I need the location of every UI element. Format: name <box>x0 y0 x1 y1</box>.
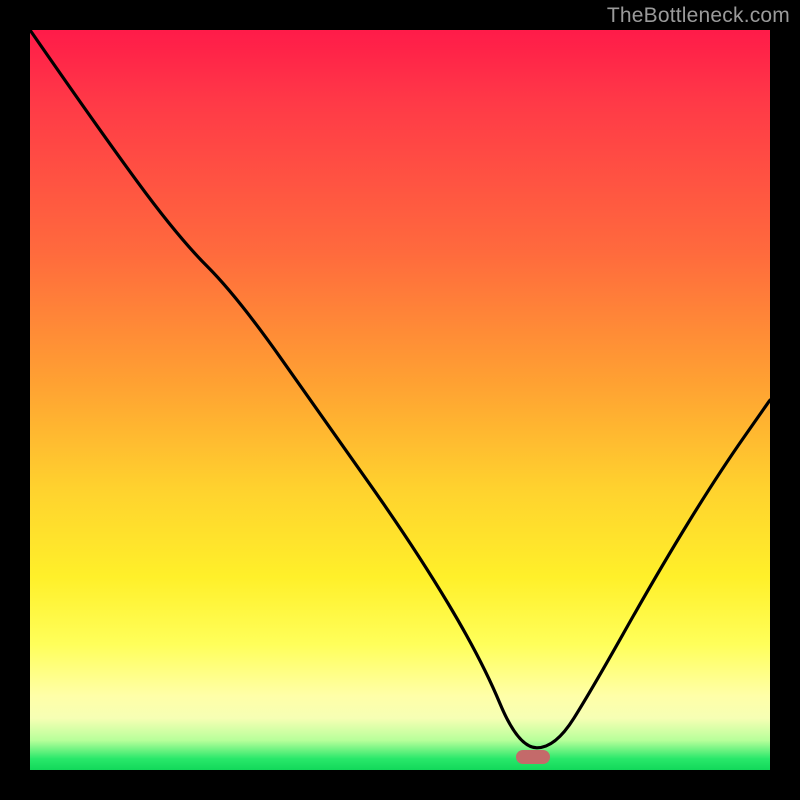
optimum-marker <box>516 750 550 764</box>
chart-frame: TheBottleneck.com <box>0 0 800 800</box>
bottleneck-curve <box>30 30 770 770</box>
watermark-text: TheBottleneck.com <box>607 4 790 28</box>
plot-area <box>30 30 770 770</box>
